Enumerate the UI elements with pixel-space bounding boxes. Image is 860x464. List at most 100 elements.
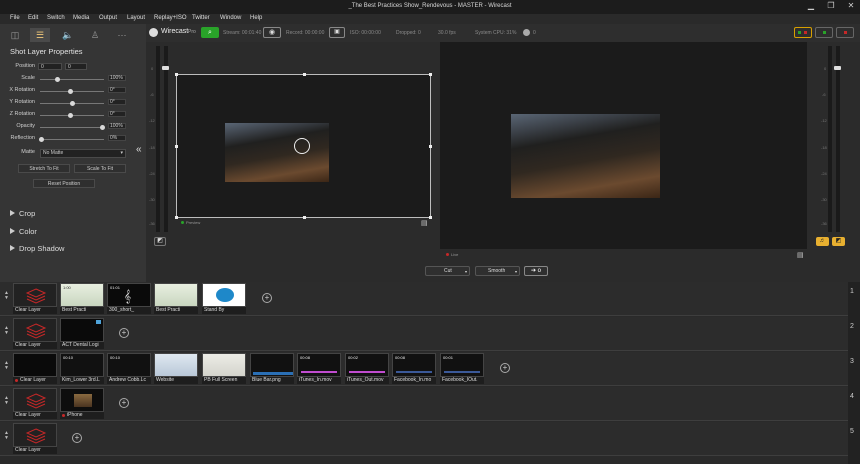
shot-clear-layer[interactable]: Clear Layer	[13, 423, 57, 454]
preview-display-icon[interactable]: ▤	[421, 219, 428, 227]
shot-clear-layer[interactable]: Clear Layer	[13, 353, 57, 384]
menu-layout[interactable]: Layout	[127, 15, 145, 21]
shot-itunes-in[interactable]: 00:08 iTunes_In.mov	[297, 353, 341, 384]
minimize-button[interactable]: ▁	[804, 0, 818, 11]
shot-blue-bar[interactable]: Blue Bar.png	[250, 353, 294, 384]
layout-live-button[interactable]	[836, 27, 854, 38]
color-section[interactable]: Color	[10, 227, 37, 236]
resize-handle[interactable]	[429, 145, 432, 148]
stream-button[interactable]: ⌕	[201, 27, 219, 38]
iso-button[interactable]: ▣	[329, 27, 345, 38]
shot-300-short[interactable]: 01:01 𝄞 300_short_	[107, 283, 151, 314]
layer-number[interactable]: 5	[850, 428, 854, 435]
add-shot-button[interactable]: +	[72, 433, 82, 443]
audio-tab-icon[interactable]: 🔈	[58, 28, 78, 42]
preview-monitor[interactable]	[175, 73, 432, 219]
opacity-value[interactable]: 100%	[108, 123, 126, 129]
live-volume-knob[interactable]	[834, 66, 841, 70]
matte-select[interactable]: No Matte ▾	[40, 149, 126, 158]
shot-facebook-in[interactable]: 00:08 Facebook_In.mo	[392, 353, 436, 384]
more-tab-icon[interactable]: ⋯	[112, 28, 132, 42]
layer-number[interactable]: 4	[850, 393, 854, 400]
titler-tab-icon[interactable]: ♙	[85, 28, 105, 42]
go-button[interactable]: ➔ o	[524, 266, 548, 276]
layout-preview-button[interactable]	[815, 27, 833, 38]
shot-iphone[interactable]: iPhone	[60, 388, 104, 419]
maximize-button[interactable]: ❐	[824, 0, 838, 11]
x-rotation-slider-knob[interactable]	[68, 89, 74, 94]
layer-number[interactable]: 2	[850, 323, 854, 330]
scale-to-fit-button[interactable]: Scale To Fit	[74, 164, 126, 173]
z-rotation-value[interactable]: 0°	[108, 111, 126, 117]
opacity-slider-knob[interactable]	[100, 125, 106, 130]
layer-reorder-icon[interactable]: ▲ ▼	[4, 396, 9, 406]
z-rotation-slider-knob[interactable]	[68, 113, 74, 118]
menu-switch[interactable]: Switch	[47, 15, 65, 21]
shot-act-dental-logo[interactable]: ACT Dental Logi	[60, 318, 104, 349]
reflection-slider-knob[interactable]	[38, 137, 44, 142]
menu-help[interactable]: Help	[250, 15, 262, 21]
reflection-slider[interactable]	[40, 139, 104, 140]
shot-best-practices-1[interactable]: 1:00 Best Practi	[60, 283, 104, 314]
shot-kim-lower-3rd[interactable]: 00:10 Kim_Lower 3rd.L	[60, 353, 104, 384]
resize-handle[interactable]	[303, 73, 306, 76]
scale-slider-knob[interactable]	[54, 77, 60, 82]
layer-reorder-icon[interactable]: ▲ ▼	[4, 326, 9, 336]
speaker-icon[interactable]: ♬	[816, 237, 829, 246]
menu-edit[interactable]: Edit	[28, 15, 38, 21]
preview-volume-knob[interactable]	[162, 66, 169, 70]
live-headphones-icon[interactable]: ◩	[832, 237, 845, 246]
properties-tab-icon[interactable]: ☰	[30, 28, 50, 42]
resize-handle[interactable]	[429, 216, 432, 219]
shot-clear-layer[interactable]: Clear Layer	[13, 283, 57, 314]
close-button[interactable]: ✕	[844, 0, 858, 11]
layer-number[interactable]: 3	[850, 358, 854, 365]
shot-clear-layer[interactable]: Clear Layer	[13, 388, 57, 419]
preview-headphones-icon[interactable]: ◩	[154, 237, 166, 246]
shot-website[interactable]: Website	[154, 353, 198, 384]
layout-single-button[interactable]	[794, 27, 812, 38]
opacity-slider[interactable]	[40, 127, 104, 128]
resize-handle[interactable]	[175, 216, 178, 219]
menu-output[interactable]: Output	[99, 15, 117, 21]
shot-clear-layer[interactable]: Clear Layer	[13, 318, 57, 349]
scale-value[interactable]: 100%	[108, 75, 126, 81]
collapse-panel-icon[interactable]: «	[136, 144, 142, 155]
shot-andrew-cobb[interactable]: 00:10 Andrew Cobb.Lc	[107, 353, 151, 384]
crop-section[interactable]: Crop	[10, 209, 35, 218]
menu-twitter[interactable]: Twitter	[192, 15, 210, 21]
menu-media[interactable]: Media	[73, 15, 89, 21]
smooth-transition-select[interactable]: Smooth ▾	[475, 266, 520, 276]
add-shot-button[interactable]: +	[119, 328, 129, 338]
drop-shadow-section[interactable]: Drop Shadow	[10, 244, 64, 253]
add-shot-button[interactable]: +	[262, 293, 272, 303]
layer-number[interactable]: 1	[850, 288, 854, 295]
resize-handle[interactable]	[175, 145, 178, 148]
x-rotation-value[interactable]: 0°	[108, 87, 126, 93]
shot-stand-by[interactable]: Stand By	[202, 283, 246, 314]
shot-best-practices-2[interactable]: Best Practi	[154, 283, 198, 314]
y-rotation-value[interactable]: 0°	[108, 99, 126, 105]
position-x-input[interactable]: 0	[38, 63, 62, 70]
shot-facebook-out[interactable]: 00:01 Facebook_IOut.	[440, 353, 484, 384]
add-shot-button[interactable]: +	[119, 398, 129, 408]
layers-tab-icon[interactable]: ◫	[5, 28, 25, 42]
layer-reorder-icon[interactable]: ▲ ▼	[4, 431, 9, 441]
menu-replay-iso[interactable]: Replay+ISO	[154, 15, 187, 21]
resize-handle[interactable]	[429, 73, 432, 76]
reset-position-button[interactable]: Reset Position	[33, 179, 95, 188]
resize-handle[interactable]	[175, 73, 178, 76]
reflection-value[interactable]: 0%	[108, 135, 126, 141]
scale-slider[interactable]	[40, 79, 104, 80]
anchor-point-icon[interactable]	[294, 138, 310, 154]
resize-handle[interactable]	[303, 216, 306, 219]
y-rotation-slider-knob[interactable]	[69, 101, 75, 106]
layer-reorder-icon[interactable]: ▲ ▼	[4, 291, 9, 301]
menu-file[interactable]: File	[10, 15, 20, 21]
stretch-to-fit-button[interactable]: Stretch To Fit	[18, 164, 70, 173]
layer-reorder-icon[interactable]: ▲ ▼	[4, 361, 9, 371]
cut-transition-select[interactable]: Cut ▾	[425, 266, 470, 276]
menu-window[interactable]: Window	[220, 15, 241, 21]
shot-itunes-out[interactable]: 00:02 iTunes_Out.mov	[345, 353, 389, 384]
record-button[interactable]: ◉	[263, 27, 281, 38]
